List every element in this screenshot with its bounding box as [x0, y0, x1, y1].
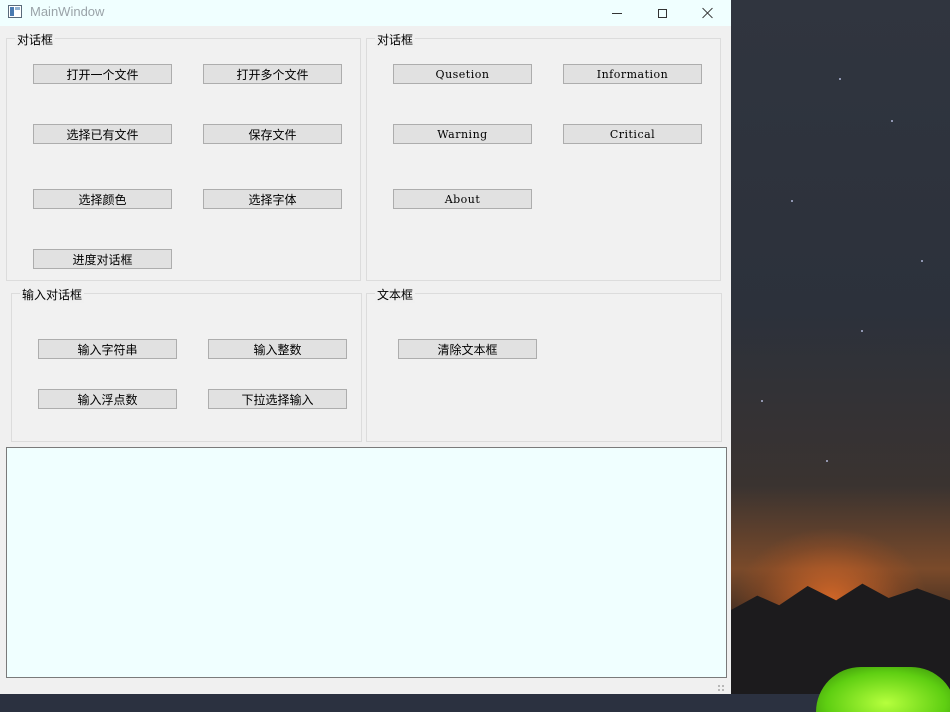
dropdown-input-button[interactable]: 下拉选择输入 [208, 389, 347, 409]
clear-textbox-button[interactable]: 清除文本框 [398, 339, 537, 359]
input-float-button[interactable]: 输入浮点数 [38, 389, 177, 409]
title-bar[interactable]: MainWindow [0, 0, 731, 26]
question-button[interactable]: Qusetion [393, 64, 532, 84]
groupbox-title: 对话框 [375, 31, 416, 48]
maximize-button[interactable] [639, 0, 685, 26]
star [891, 120, 893, 122]
client-area: 对话框 打开一个文件 打开多个文件 选择已有文件 保存文件 选择颜色 选择字体 … [0, 26, 731, 694]
open-multiple-files-button[interactable]: 打开多个文件 [203, 64, 342, 84]
close-icon [702, 7, 714, 19]
desktop-wallpaper [731, 0, 950, 712]
minimize-icon [612, 12, 622, 14]
select-color-button[interactable]: 选择颜色 [33, 189, 172, 209]
minimize-button[interactable] [594, 0, 640, 26]
star [761, 400, 763, 402]
critical-button[interactable]: Critical [563, 124, 702, 144]
star [826, 460, 828, 462]
star [839, 78, 841, 80]
groupbox-title: 对话框 [15, 31, 56, 48]
star [861, 330, 863, 332]
groupbox-input-dialogs: 输入对话框 输入字符串 输入整数 输入浮点数 下拉选择输入 [11, 286, 362, 442]
select-font-button[interactable]: 选择字体 [203, 189, 342, 209]
groupbox-title: 输入对话框 [20, 286, 85, 303]
tent [816, 667, 950, 712]
information-button[interactable]: Information [563, 64, 702, 84]
resize-grip[interactable] [717, 684, 725, 692]
main-window: MainWindow 对话框 打开一个文件 打开多个文件 选择已有文件 保存文件… [0, 0, 731, 694]
about-button[interactable]: About [393, 189, 532, 209]
save-file-button[interactable]: 保存文件 [203, 124, 342, 144]
progress-dialog-button[interactable]: 进度对话框 [33, 249, 172, 269]
input-integer-button[interactable]: 输入整数 [208, 339, 347, 359]
window-title: MainWindow [30, 4, 105, 19]
star [921, 260, 923, 262]
app-window-icon [8, 5, 22, 18]
input-string-button[interactable]: 输入字符串 [38, 339, 177, 359]
close-button[interactable] [685, 0, 731, 26]
select-existing-file-button[interactable]: 选择已有文件 [33, 124, 172, 144]
groupbox-title: 文本框 [375, 286, 416, 303]
text-output-area[interactable] [6, 447, 727, 678]
groupbox-textbox: 文本框 清除文本框 [366, 286, 722, 442]
open-file-button[interactable]: 打开一个文件 [33, 64, 172, 84]
groupbox-file-dialogs: 对话框 打开一个文件 打开多个文件 选择已有文件 保存文件 选择颜色 选择字体 … [6, 31, 361, 281]
warning-button[interactable]: Warning [393, 124, 532, 144]
maximize-icon [657, 8, 667, 18]
groupbox-message-boxes: 对话框 Qusetion Information Warning Critica… [366, 31, 721, 281]
star [791, 200, 793, 202]
